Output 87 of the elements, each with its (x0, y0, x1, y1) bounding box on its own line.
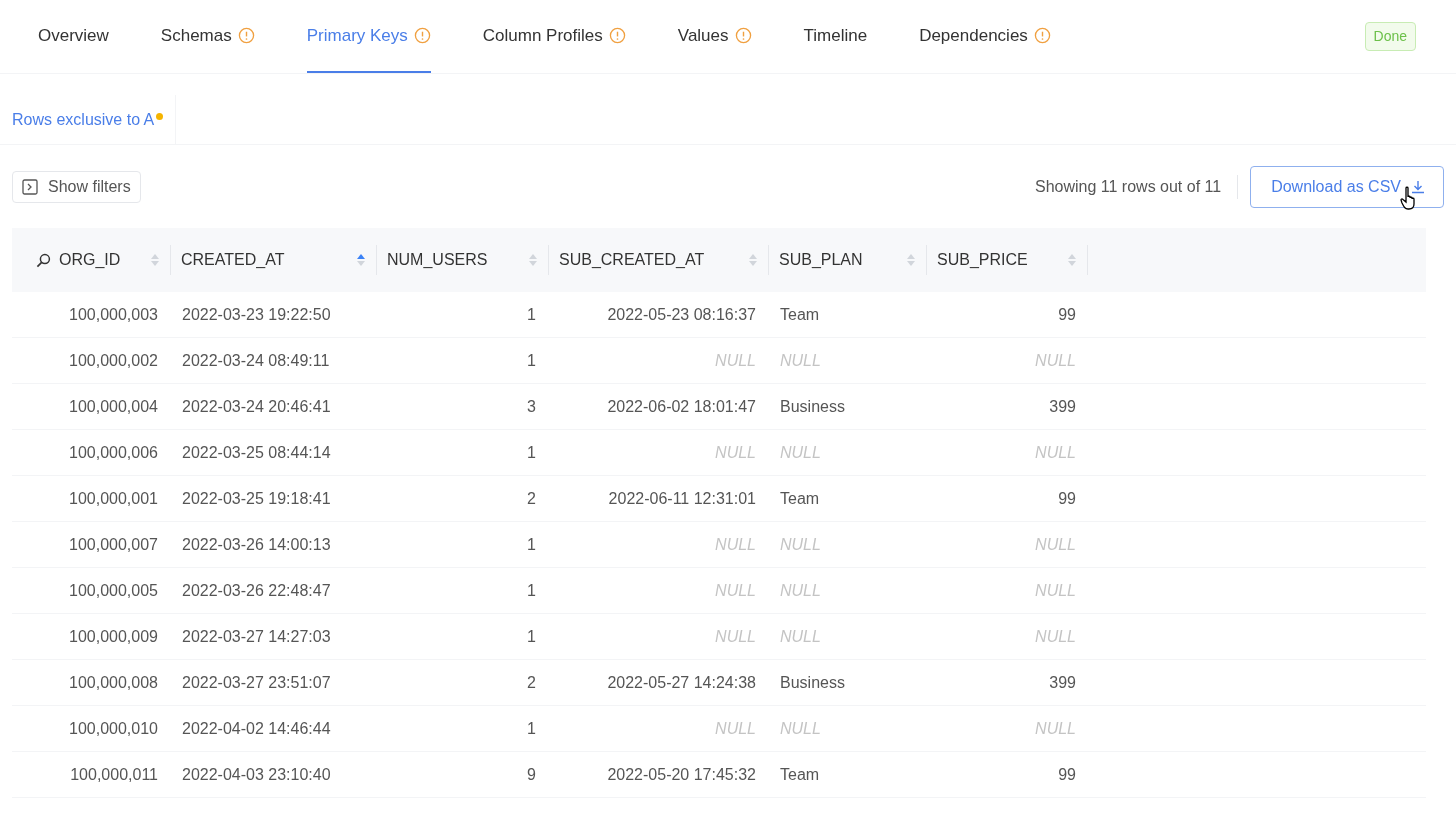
search-icon[interactable] (36, 252, 51, 268)
table-cell-text: 100,000,008 (68, 672, 159, 693)
table-cell-text: 100,000,011 (69, 764, 159, 785)
table-cell-text: 2 (526, 672, 537, 693)
table-cell-text: 2022-06-11 12:31:01 (607, 488, 757, 509)
column-header[interactable]: NUM_USERS (376, 245, 548, 275)
table-cell-text: 1 (526, 442, 537, 463)
table-cell-text: Team (779, 304, 821, 325)
tab[interactable]: Schemas (160, 0, 255, 73)
table-cell-text: NULL (779, 534, 822, 555)
table-cell-text: 2 (526, 488, 537, 509)
table-cell-text: NULL (714, 442, 757, 463)
table-cell-text: 2022-05-27 14:24:38 (606, 672, 757, 693)
show-filters-button[interactable]: Show filters (12, 171, 141, 203)
tab[interactable]: Overview (38, 0, 109, 73)
table-cell-text: NULL (779, 626, 822, 647)
table-cell-text: 2022-03-27 23:51:07 (181, 672, 332, 693)
table-cell-text: 399 (1048, 396, 1077, 417)
table-cell-text: 100,000,006 (68, 442, 159, 463)
sort-icon[interactable] (356, 252, 366, 268)
table-cell-text: 2022-03-27 14:27:03 (181, 626, 332, 647)
table-cell-text: 2022-05-23 08:16:37 (606, 304, 757, 325)
table-cell-text: 99 (1057, 764, 1077, 785)
table-cell-text: NULL (714, 350, 757, 371)
table-cell-text: NULL (779, 442, 822, 463)
table-cell-text: 1 (526, 304, 537, 325)
table-cell-text: 2022-05-20 17:45:32 (606, 764, 757, 785)
table-cell-text: 2022-04-02 14:46:44 (181, 718, 332, 739)
tab[interactable]: Values (677, 0, 752, 73)
table-cell-text: 1 (526, 718, 537, 739)
table-cell-text: 100,000,007 (68, 534, 159, 555)
table-cell-text: Business (779, 672, 846, 693)
table-cell-text: NULL (714, 626, 757, 647)
table-cell-text: 2022-03-26 14:00:13 (181, 534, 332, 555)
table-cell-text: Team (779, 764, 821, 785)
table-cell-text: 2022-03-24 08:49:11 (181, 350, 331, 371)
table-cell-text: NULL (1034, 626, 1077, 647)
column-header[interactable]: SUB_PRICE (926, 245, 1088, 275)
tab[interactable]: Dependencies (919, 0, 1051, 73)
status-badge: Done (1364, 22, 1416, 51)
table-cell-text: 99 (1057, 488, 1077, 509)
table-cell-text: 2022-03-25 08:44:14 (181, 442, 332, 463)
table-cell-text: NULL (714, 580, 757, 601)
table-cell-text: Team (779, 488, 821, 509)
table-cell-text: NULL (1034, 442, 1077, 463)
table-cell-text: NULL (779, 350, 822, 371)
table-cell-text: 1 (526, 350, 537, 371)
table-cell-text: 2022-03-23 19:22:50 (181, 304, 332, 325)
table-cell-text: 3 (526, 396, 537, 417)
table-cell-text: 2022-04-03 23:10:40 (181, 764, 332, 785)
table-cell-text: 100,000,010 (68, 718, 159, 739)
column-header[interactable]: ORG_ID (12, 245, 170, 275)
table-cell-text: 100,000,009 (68, 626, 159, 647)
table-cell-text: 399 (1048, 672, 1077, 693)
table-cell-text: NULL (779, 580, 822, 601)
table-cell-text: 99 (1057, 304, 1077, 325)
table-cell-text: 2022-06-02 18:01:47 (606, 396, 757, 417)
table-cell-text: 100,000,001 (68, 488, 159, 509)
column-header[interactable]: CREATED_AT (170, 245, 376, 275)
download-csv-button[interactable]: Download as CSV (1250, 166, 1444, 208)
table-cell-text: Business (779, 396, 846, 417)
tab[interactable]: Column Profiles (482, 0, 626, 73)
table-cell-text: NULL (1034, 580, 1077, 601)
tab[interactable]: Timeline (803, 0, 868, 73)
tab[interactable]: Primary Keys (306, 0, 431, 73)
table-cell-text: 100,000,004 (68, 396, 159, 417)
download-icon (1411, 180, 1425, 194)
table-cell-text: 1 (526, 626, 537, 647)
column-header[interactable]: SUB_CREATED_AT (548, 245, 768, 275)
column-header[interactable]: SUB_PLAN (768, 245, 926, 275)
table-cell-text: NULL (714, 718, 757, 739)
table-cell-text: NULL (1034, 534, 1077, 555)
table-cell-text: 100,000,002 (68, 350, 159, 371)
panel-toggle-icon (22, 179, 38, 195)
table-cell-text: NULL (1034, 718, 1077, 739)
table-cell-text: 100,000,003 (68, 304, 159, 325)
table-cell-text: 9 (526, 764, 537, 785)
table-cell-text: NULL (1034, 350, 1077, 371)
table-cell-text: NULL (779, 718, 822, 739)
table-cell-text: 2022-03-25 19:18:41 (181, 488, 332, 509)
table-cell-text: 2022-03-26 22:48:47 (181, 580, 332, 601)
table-cell-text: 2022-03-24 20:46:41 (181, 396, 332, 417)
table-cell-text: 1 (526, 580, 537, 601)
table-cell-text: NULL (714, 534, 757, 555)
row-count: Showing 11 rows out of 11 (1034, 175, 1239, 199)
table-cell-text: 1 (526, 534, 537, 555)
table-cell-text: 100,000,005 (68, 580, 159, 601)
